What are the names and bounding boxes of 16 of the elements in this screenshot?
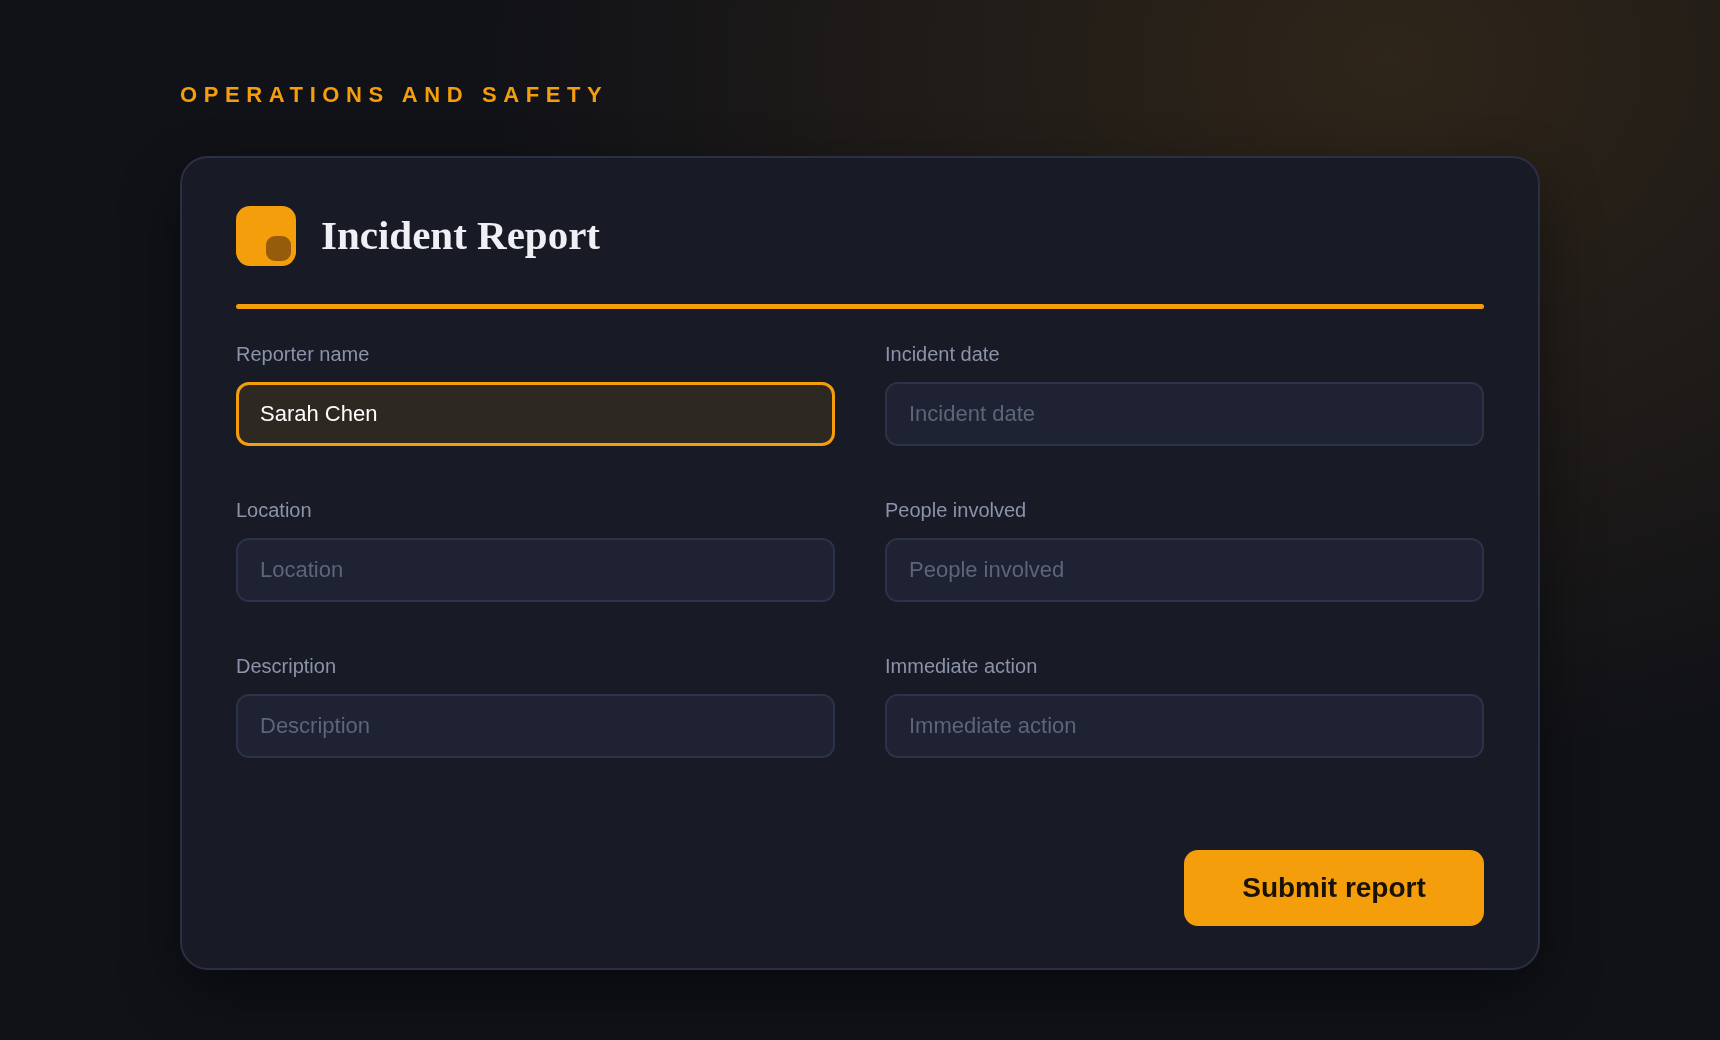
logo-icon	[236, 206, 296, 266]
form-title: Incident Report	[321, 213, 600, 259]
field-label: Incident date	[885, 342, 1001, 366]
text-field[interactable]: Location	[236, 538, 835, 602]
text-field[interactable]: Description	[236, 694, 835, 758]
field-label: Immediate action	[885, 654, 1039, 678]
field-label: Location	[236, 498, 313, 522]
submit-button[interactable]: Submit report	[1184, 850, 1484, 926]
field-label: Description	[236, 654, 338, 678]
text-field[interactable]: Incident date	[885, 382, 1484, 446]
text-field[interactable]: Sarah Chen	[236, 382, 835, 446]
text-field[interactable]: People involved	[885, 538, 1484, 602]
field-label: Reporter name	[236, 342, 371, 366]
field-label: People involved	[885, 498, 1028, 522]
text-field[interactable]: Immediate action	[885, 694, 1484, 758]
section-heading: OPERATIONS AND SAFETY	[180, 84, 610, 106]
